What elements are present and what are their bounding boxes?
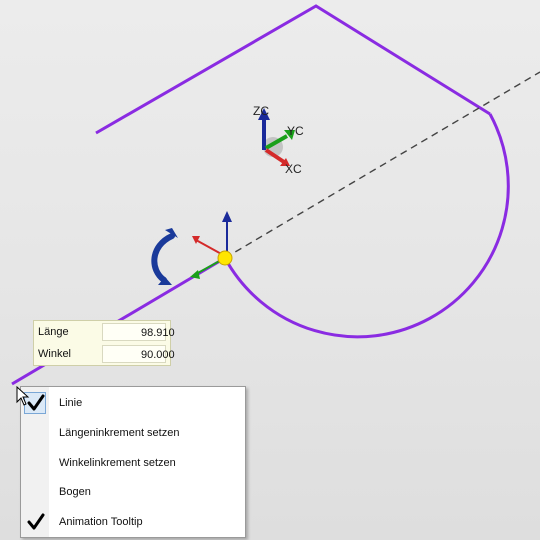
- y-axis-label: YC: [287, 124, 304, 138]
- menu-item-linie[interactable]: Linie: [21, 389, 245, 418]
- construction-line: [224, 71, 540, 259]
- menu-item-label: Längeninkrement setzen: [59, 427, 180, 439]
- length-row: Länge 98.910: [34, 322, 175, 344]
- sketch-line-upper[interactable]: [95, 4, 491, 135]
- angle-label: Winkel: [38, 348, 72, 360]
- point-handle[interactable]: [190, 211, 233, 279]
- mouse-cursor-icon: [16, 386, 30, 406]
- length-label: Länge: [38, 326, 69, 338]
- handle-point-icon[interactable]: [217, 250, 233, 266]
- angle-input[interactable]: 90.000: [102, 345, 175, 363]
- menu-item-label: Animation Tooltip: [59, 516, 143, 528]
- graphics-viewport[interactable]: ZC YC XC Länge 98.910 Winkel 90.000 Lini…: [0, 0, 540, 540]
- menu-item-winkelinkrement[interactable]: Winkelinkrement setzen: [21, 449, 245, 478]
- menu-item-animation-tooltip[interactable]: Animation Tooltip: [21, 508, 245, 537]
- menu-item-label: Linie: [59, 397, 83, 409]
- menu-item-laengeninkrement[interactable]: Längeninkrement setzen: [21, 419, 245, 448]
- wcs-triad: ZC YC XC: [253, 104, 304, 176]
- x-axis-label: XC: [285, 162, 302, 176]
- checkmark-icon: [24, 511, 46, 533]
- rotation-arrow-icon[interactable]: [151, 228, 178, 285]
- dynamic-input-panel: Länge 98.910 Winkel 90.000: [33, 320, 175, 366]
- angle-row: Winkel 90.000: [34, 344, 175, 366]
- z-axis-label: ZC: [253, 104, 269, 118]
- length-input[interactable]: 98.910: [102, 323, 175, 341]
- menu-item-bogen[interactable]: Bogen: [21, 478, 245, 507]
- menu-item-label: Winkelinkrement setzen: [59, 457, 176, 469]
- menu-item-label: Bogen: [59, 486, 91, 498]
- context-menu: Linie Längeninkrement setzen Winkelinkre…: [20, 386, 246, 538]
